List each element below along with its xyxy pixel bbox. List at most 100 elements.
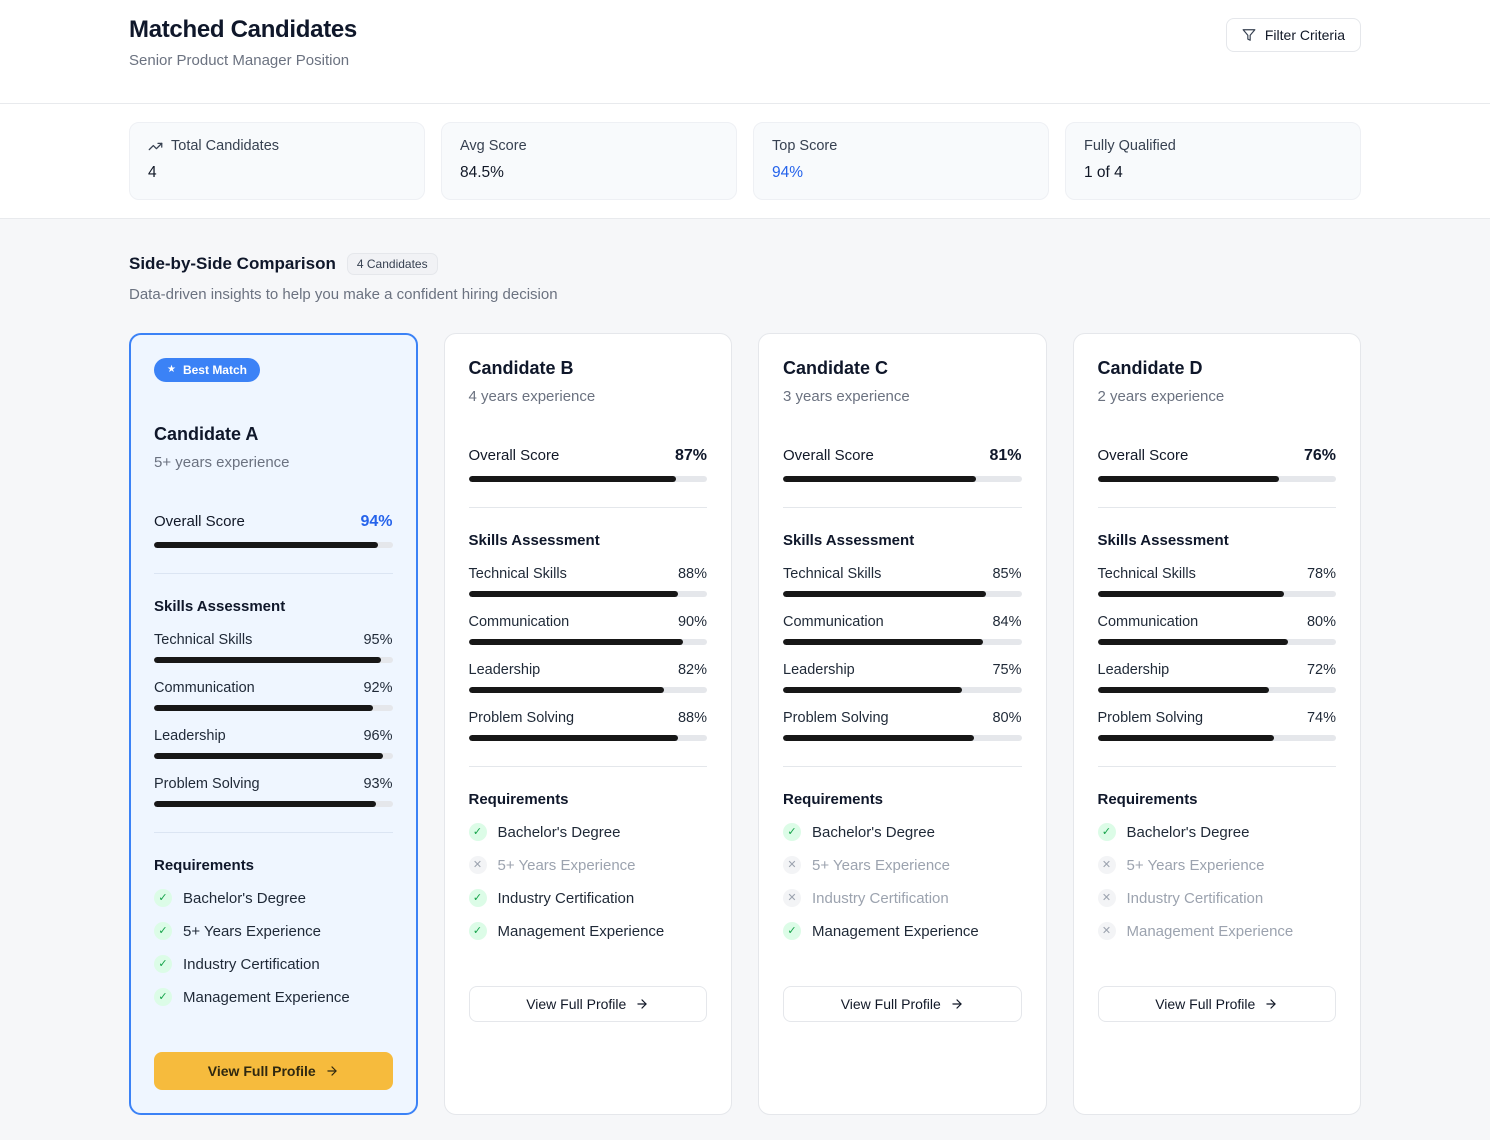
skill-row: Problem Solving 88%	[469, 710, 708, 741]
check-icon	[154, 955, 172, 973]
skill-bar-fill	[1098, 591, 1284, 597]
overall-score-block: Overall Score 76%	[1098, 447, 1337, 482]
skills-section-title: Skills Assessment	[469, 532, 708, 549]
view-full-profile-label: View Full Profile	[841, 996, 941, 1012]
skill-value: 72%	[1307, 662, 1336, 678]
requirement-row: Industry Certification	[469, 889, 708, 907]
skill-bar-fill	[469, 639, 684, 645]
skill-row: Leadership 96%	[154, 728, 393, 759]
x-icon	[1098, 856, 1116, 874]
skill-bar	[469, 639, 708, 645]
divider	[154, 832, 393, 833]
arrow-right-icon	[635, 997, 649, 1011]
skill-bar-fill	[469, 687, 665, 693]
candidate-experience: 3 years experience	[783, 388, 1022, 405]
requirements-block: Requirements Bachelor's Degree 5+ Years …	[1098, 791, 1337, 940]
skill-value: 84%	[992, 614, 1021, 630]
candidate-name: Candidate D	[1098, 358, 1337, 379]
skill-value: 85%	[992, 566, 1021, 582]
comparison-subtitle: Data-driven insights to help you make a …	[129, 286, 1361, 303]
overall-score-bar	[154, 542, 393, 548]
skill-value: 80%	[1307, 614, 1336, 630]
check-icon	[1098, 823, 1116, 841]
skill-bar-fill	[783, 591, 986, 597]
stat-value: 94%	[772, 164, 1030, 182]
skills-assessment-block: Skills Assessment Technical Skills 88% C…	[469, 532, 708, 741]
requirements-section-title: Requirements	[783, 791, 1022, 808]
requirement-label: Industry Certification	[183, 956, 320, 973]
stat-label: Fully Qualified	[1084, 138, 1176, 154]
skill-bar-fill	[469, 591, 679, 597]
skill-bar	[154, 801, 393, 807]
requirement-row: Bachelor's Degree	[469, 823, 708, 841]
view-full-profile-label: View Full Profile	[526, 996, 626, 1012]
skill-bar	[1098, 687, 1337, 693]
skills-assessment-block: Skills Assessment Technical Skills 85% C…	[783, 532, 1022, 741]
requirement-label: Management Experience	[498, 923, 665, 940]
skill-value: 88%	[678, 710, 707, 726]
skill-row: Technical Skills 88%	[469, 566, 708, 597]
requirement-label: Bachelor's Degree	[183, 890, 306, 907]
divider	[783, 507, 1022, 508]
stats-bar: Total Candidates 4 Avg Score 84.5% Top S…	[0, 104, 1490, 219]
skill-row: Communication 84%	[783, 614, 1022, 645]
stat-label: Top Score	[772, 138, 837, 154]
candidate-card-b: Candidate B 4 years experience Overall S…	[444, 333, 733, 1115]
skill-bar	[154, 657, 393, 663]
check-icon	[154, 922, 172, 940]
skill-label: Technical Skills	[469, 566, 567, 582]
skill-bar	[783, 591, 1022, 597]
stat-card-fully-qualified: Fully Qualified 1 of 4	[1065, 122, 1361, 200]
check-icon	[469, 823, 487, 841]
candidate-experience: 4 years experience	[469, 388, 708, 405]
stat-card-total-candidates: Total Candidates 4	[129, 122, 425, 200]
view-full-profile-button[interactable]: View Full Profile	[1098, 986, 1337, 1022]
view-full-profile-button[interactable]: View Full Profile	[154, 1052, 393, 1090]
candidate-experience: 2 years experience	[1098, 388, 1337, 405]
candidate-card-d: Candidate D 2 years experience Overall S…	[1073, 333, 1362, 1115]
arrow-right-icon	[950, 997, 964, 1011]
stat-label: Avg Score	[460, 138, 527, 154]
skill-bar	[783, 735, 1022, 741]
skill-label: Leadership	[783, 662, 855, 678]
skill-bar-fill	[154, 657, 381, 663]
divider	[469, 507, 708, 508]
skill-label: Technical Skills	[783, 566, 881, 582]
candidate-name: Candidate B	[469, 358, 708, 379]
page-title: Matched Candidates	[129, 16, 357, 44]
view-full-profile-button[interactable]: View Full Profile	[469, 986, 708, 1022]
comparison-section: Side-by-Side Comparison 4 Candidates Dat…	[0, 219, 1490, 1115]
x-icon	[469, 856, 487, 874]
arrow-right-icon	[325, 1064, 339, 1078]
skill-label: Problem Solving	[1098, 710, 1204, 726]
requirement-row: Bachelor's Degree	[1098, 823, 1337, 841]
overall-score-block: Overall Score 87%	[469, 447, 708, 482]
divider	[469, 766, 708, 767]
skill-bar	[1098, 639, 1337, 645]
requirement-label: 5+ Years Experience	[498, 857, 636, 874]
skill-value: 74%	[1307, 710, 1336, 726]
skill-label: Technical Skills	[1098, 566, 1196, 582]
skills-assessment-block: Skills Assessment Technical Skills 78% C…	[1098, 532, 1337, 741]
skills-section-title: Skills Assessment	[783, 532, 1022, 549]
requirement-label: 5+ Years Experience	[812, 857, 950, 874]
view-full-profile-button[interactable]: View Full Profile	[783, 986, 1022, 1022]
requirement-row: Management Experience	[1098, 922, 1337, 940]
skill-row: Communication 90%	[469, 614, 708, 645]
overall-score-bar	[1098, 476, 1337, 482]
filter-criteria-button[interactable]: Filter Criteria	[1226, 18, 1361, 52]
filter-funnel-icon	[1242, 28, 1256, 42]
stat-value: 84.5%	[460, 164, 718, 182]
skill-row: Technical Skills 78%	[1098, 566, 1337, 597]
skill-label: Communication	[1098, 614, 1199, 630]
skill-bar-fill	[1098, 687, 1270, 693]
view-full-profile-label: View Full Profile	[208, 1063, 316, 1079]
skill-row: Technical Skills 85%	[783, 566, 1022, 597]
requirement-row: Management Experience	[469, 922, 708, 940]
check-icon	[469, 889, 487, 907]
skill-value: 75%	[992, 662, 1021, 678]
requirement-row: Industry Certification	[783, 889, 1022, 907]
skill-bar	[469, 735, 708, 741]
skill-bar-fill	[154, 801, 376, 807]
skill-bar-fill	[783, 687, 962, 693]
